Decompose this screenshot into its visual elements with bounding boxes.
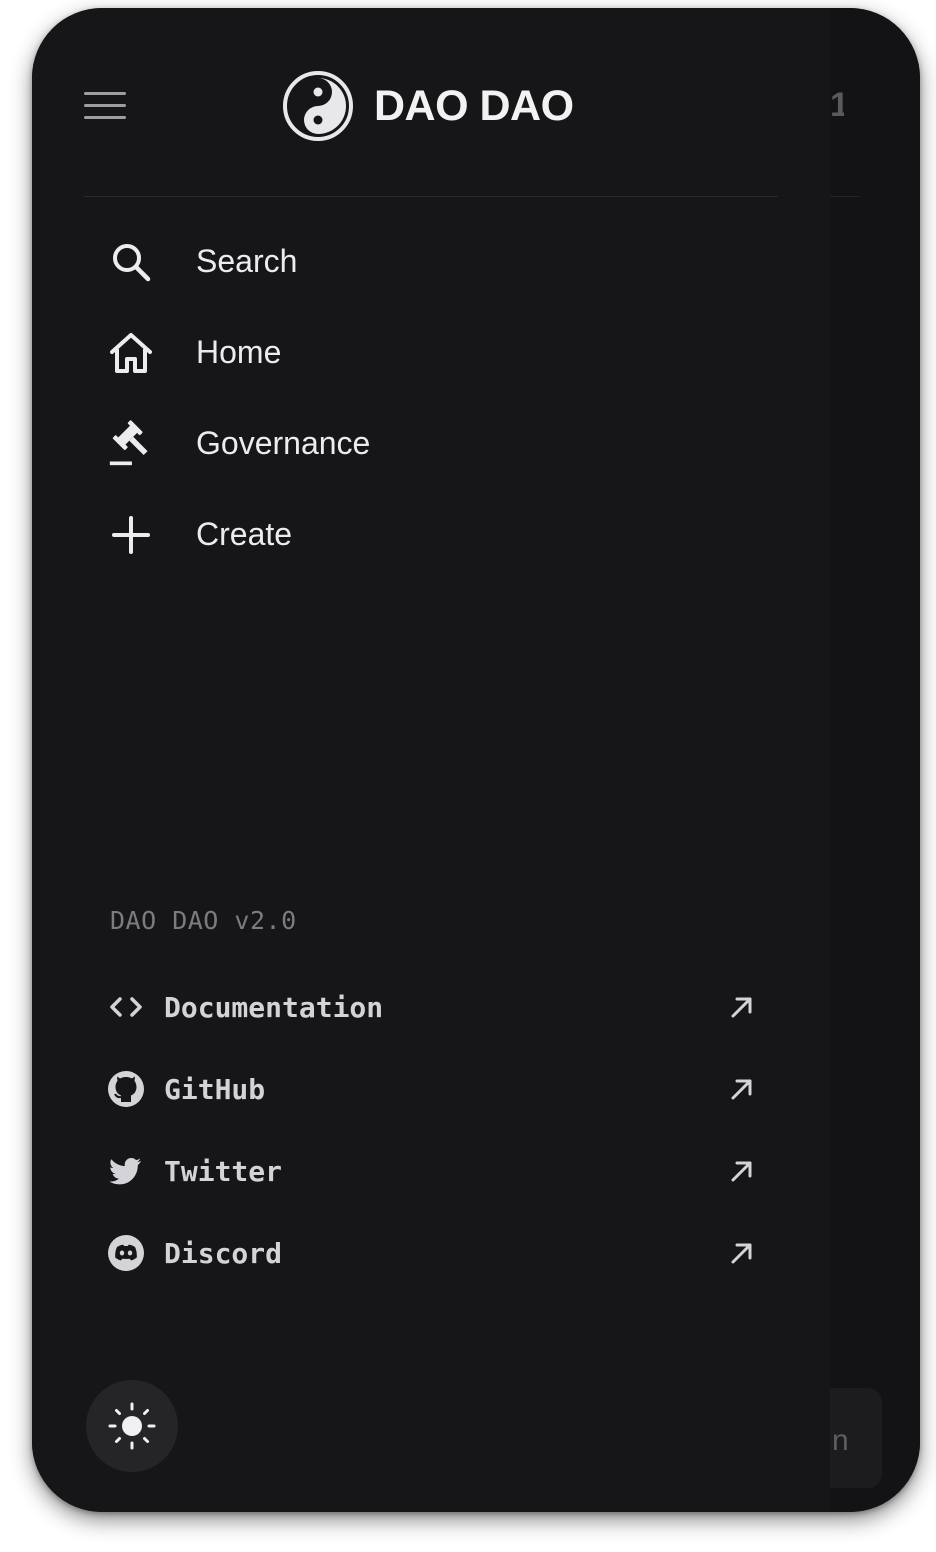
link-twitter[interactable]: Twitter — [84, 1130, 778, 1212]
app-logo-link[interactable]: DAO DAO — [282, 70, 574, 142]
hamburger-menu-button[interactable] — [84, 90, 126, 122]
navigation-drawer: DAO DAO Search Home Governance Create DA… — [32, 8, 830, 1512]
yin-yang-logo-icon — [283, 71, 353, 141]
link-github[interactable]: GitHub — [84, 1048, 778, 1130]
arrow-up-right-icon — [731, 1161, 752, 1182]
link-label: Twitter — [164, 1154, 283, 1188]
external-links: Documentation GitHub Twitter Discord — [84, 966, 778, 1294]
theme-toggle-button[interactable] — [86, 1380, 178, 1472]
twitter-icon — [106, 1151, 146, 1191]
nav-item-label: Create — [196, 516, 293, 552]
header-divider — [84, 196, 778, 197]
hamburger-line — [84, 104, 126, 107]
background-header-glyph: 1 — [830, 86, 844, 124]
phone-frame: 1 n DAO DAO Search Home Governance Creat… — [32, 8, 920, 1512]
link-documentation[interactable]: Documentation — [84, 966, 778, 1048]
hamburger-menu-icon — [84, 92, 126, 95]
nav-item-label: Search — [196, 243, 298, 279]
home-icon — [108, 330, 154, 376]
link-label: Discord — [164, 1236, 283, 1270]
sun-icon — [108, 1402, 156, 1450]
background-card-text: n — [832, 1424, 849, 1457]
discord-icon — [106, 1233, 146, 1273]
version-label: DAO DAO v2.0 — [110, 906, 297, 935]
nav-item-label: Home — [196, 334, 282, 370]
nav-item-search[interactable]: Search — [84, 216, 778, 307]
code-icon — [106, 987, 146, 1027]
nav-item-governance[interactable]: Governance — [84, 398, 778, 489]
arrow-up-right-icon — [731, 1243, 752, 1264]
drawer-header: DAO DAO — [84, 8, 778, 196]
main-nav: Search Home Governance Create — [84, 216, 778, 580]
nav-item-home[interactable]: Home — [84, 307, 778, 398]
hamburger-line — [84, 116, 126, 119]
link-discord[interactable]: Discord — [84, 1212, 778, 1294]
link-label: Documentation — [164, 990, 384, 1024]
gavel-icon — [108, 419, 154, 467]
plus-icon — [108, 512, 154, 558]
arrow-up-right-icon — [731, 1079, 752, 1100]
background-divider — [830, 196, 860, 197]
background-app: 1 n — [830, 8, 920, 1512]
search-icon — [108, 239, 154, 285]
nav-item-create[interactable]: Create — [84, 489, 778, 580]
app-name: DAO DAO — [374, 81, 574, 130]
arrow-up-right-icon — [731, 997, 752, 1018]
github-icon — [106, 1069, 146, 1109]
link-label: GitHub — [164, 1072, 266, 1106]
nav-item-label: Governance — [196, 425, 371, 461]
